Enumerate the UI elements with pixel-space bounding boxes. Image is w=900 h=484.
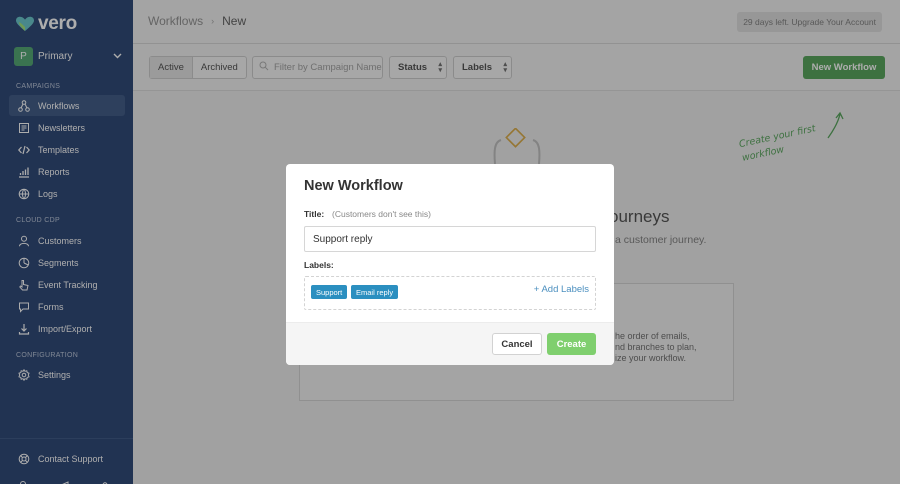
create-button[interactable]: Create xyxy=(547,333,596,355)
labels-field-label: Labels: xyxy=(304,260,334,270)
modal-title: New Workflow xyxy=(304,178,403,194)
new-workflow-modal: New Workflow Title: (Customers don't see… xyxy=(286,164,614,365)
label-tag-email-reply[interactable]: Email reply xyxy=(351,285,399,299)
cancel-button[interactable]: Cancel xyxy=(492,333,542,355)
title-field-label: Title: xyxy=(304,209,325,219)
workflow-title-input[interactable] xyxy=(304,226,596,252)
add-labels-link[interactable]: + Add Labels xyxy=(534,284,589,295)
modal-footer: Cancel Create xyxy=(286,322,614,365)
labels-field[interactable]: Support Email reply + Add Labels xyxy=(304,276,596,310)
title-field-hint: (Customers don't see this) xyxy=(332,209,431,219)
label-tag-support[interactable]: Support xyxy=(311,285,348,299)
